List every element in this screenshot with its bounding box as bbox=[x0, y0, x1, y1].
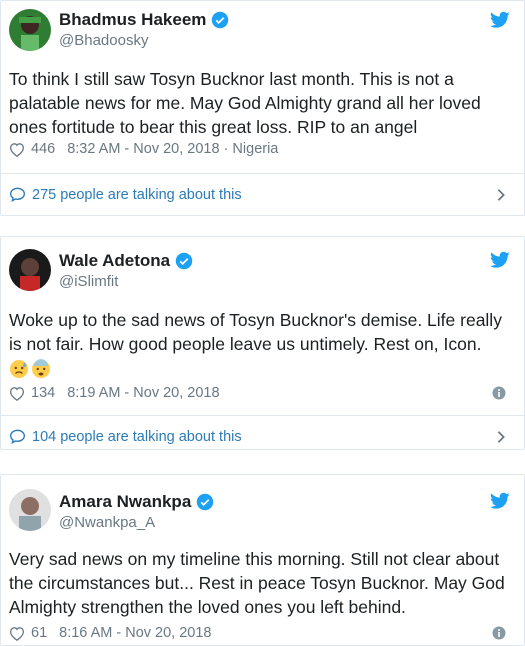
verified-badge-icon bbox=[212, 11, 229, 29]
tweet-card[interactable]: Amara Nwankpa @Nwankpa_A Very sad news o… bbox=[0, 474, 525, 646]
tweet-timestamp[interactable]: 8:32 AM - Nov 20, 2018 · Nigeria bbox=[67, 141, 278, 157]
twitter-bird-icon[interactable] bbox=[490, 11, 510, 29]
sad-sweat-emoji-icon bbox=[10, 360, 28, 379]
avatar[interactable] bbox=[9, 249, 51, 291]
author-handle[interactable]: @Nwankpa_A bbox=[59, 514, 155, 531]
talking-count-text[interactable]: 275 people are talking about this bbox=[32, 187, 242, 203]
author-name[interactable]: Amara Nwankpa bbox=[59, 492, 191, 512]
chevron-right-icon[interactable] bbox=[496, 430, 506, 444]
author-handle[interactable]: @iSlimfit bbox=[59, 273, 118, 290]
heart-icon[interactable] bbox=[9, 626, 25, 641]
verified-badge-icon bbox=[197, 493, 214, 511]
tweet-timestamp[interactable]: 8:16 AM - Nov 20, 2018 bbox=[59, 625, 211, 641]
avatar[interactable] bbox=[9, 489, 51, 531]
conversation-link[interactable]: 275 people are talking about this bbox=[1, 173, 525, 215]
author-name[interactable]: Bhadmus Hakeem bbox=[59, 10, 206, 30]
twitter-bird-icon[interactable] bbox=[490, 492, 510, 510]
fearful-emoji-icon bbox=[32, 359, 50, 379]
info-icon[interactable] bbox=[492, 626, 506, 640]
author-name[interactable]: Wale Adetona bbox=[59, 251, 170, 271]
verified-badge-icon bbox=[175, 252, 193, 270]
tweet-card[interactable]: Bhadmus Hakeem @Bhadoosky To think I sti… bbox=[0, 0, 525, 216]
conversation-link[interactable]: 104 people are talking about this bbox=[1, 415, 525, 457]
like-count[interactable]: 446 bbox=[31, 141, 55, 157]
chevron-right-icon[interactable] bbox=[496, 188, 506, 202]
tweet-card[interactable]: Wale Adetona @iSlimfit Woke up to the sa… bbox=[0, 236, 525, 450]
talking-count-text[interactable]: 104 people are talking about this bbox=[32, 429, 242, 445]
heart-icon[interactable] bbox=[9, 386, 25, 401]
like-count[interactable]: 134 bbox=[31, 385, 55, 401]
tweet-text: Woke up to the sad news of Tosyn Bucknor… bbox=[9, 308, 514, 380]
heart-icon[interactable] bbox=[9, 142, 25, 157]
tweet-timestamp[interactable]: 8:19 AM - Nov 20, 2018 bbox=[67, 385, 219, 401]
tweet-text: To think I still saw Tosyn Bucknor last … bbox=[9, 69, 481, 137]
author-handle[interactable]: @Bhadoosky bbox=[59, 32, 148, 49]
avatar[interactable] bbox=[9, 9, 51, 51]
speech-bubble-icon bbox=[9, 187, 26, 202]
tweet-text: Very sad news on my timeline this mornin… bbox=[9, 549, 505, 617]
info-icon[interactable] bbox=[492, 386, 506, 400]
like-count[interactable]: 61 bbox=[31, 625, 47, 641]
twitter-bird-icon[interactable] bbox=[490, 251, 510, 269]
tweet-feed: Bhadmus Hakeem @Bhadoosky To think I sti… bbox=[0, 0, 525, 646]
speech-bubble-icon bbox=[9, 429, 26, 444]
